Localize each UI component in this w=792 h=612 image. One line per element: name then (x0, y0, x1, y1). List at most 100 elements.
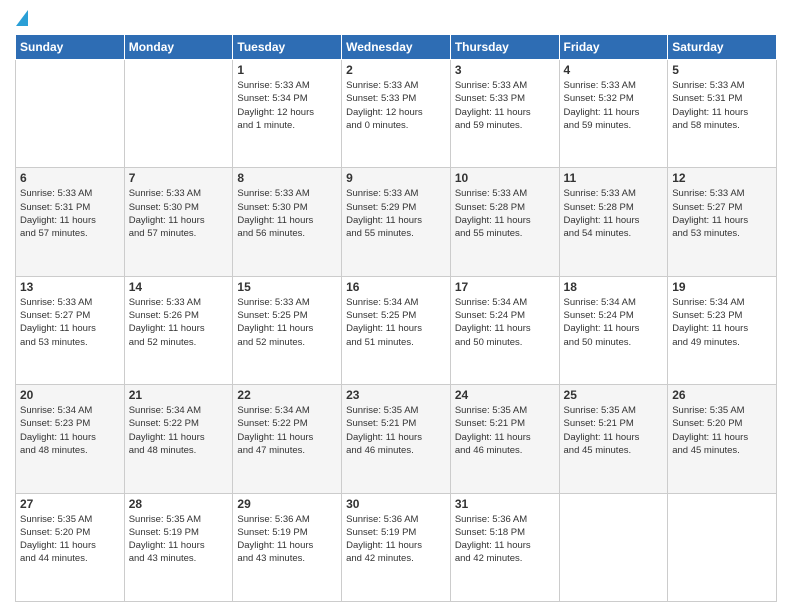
day-info: Sunrise: 5:34 AM Sunset: 5:25 PM Dayligh… (346, 296, 446, 349)
day-info: Sunrise: 5:35 AM Sunset: 5:19 PM Dayligh… (129, 513, 229, 566)
calendar-week-row: 27Sunrise: 5:35 AM Sunset: 5:20 PM Dayli… (16, 493, 777, 601)
day-number: 21 (129, 388, 229, 402)
calendar-cell (124, 60, 233, 168)
day-info: Sunrise: 5:33 AM Sunset: 5:31 PM Dayligh… (20, 187, 120, 240)
page: SundayMondayTuesdayWednesdayThursdayFrid… (0, 0, 792, 612)
calendar-cell (668, 493, 777, 601)
day-number: 1 (237, 63, 337, 77)
day-info: Sunrise: 5:35 AM Sunset: 5:21 PM Dayligh… (455, 404, 555, 457)
day-number: 23 (346, 388, 446, 402)
calendar-cell: 24 Sunrise: 5:35 AM Sunset: 5:21 PM Dayli… (450, 385, 559, 493)
calendar-week-row: 6 Sunrise: 5:33 AM Sunset: 5:31 PM Daylig… (16, 168, 777, 276)
day-number: 3 (455, 63, 555, 77)
day-number: 28 (129, 497, 229, 511)
header (15, 10, 777, 26)
calendar-week-row: 1Sunrise: 5:33 AM Sunset: 5:34 PM Daylig… (16, 60, 777, 168)
calendar-cell: 7 Sunrise: 5:33 AM Sunset: 5:30 PM Daylig… (124, 168, 233, 276)
day-info: Sunrise: 5:34 AM Sunset: 5:24 PM Dayligh… (564, 296, 664, 349)
day-number: 19 (672, 280, 772, 294)
day-info: Sunrise: 5:33 AM Sunset: 5:32 PM Dayligh… (564, 79, 664, 132)
calendar-cell: 6 Sunrise: 5:33 AM Sunset: 5:31 PM Daylig… (16, 168, 125, 276)
calendar-cell: 31Sunrise: 5:36 AM Sunset: 5:18 PM Dayli… (450, 493, 559, 601)
day-number: 2 (346, 63, 446, 77)
day-info: Sunrise: 5:33 AM Sunset: 5:28 PM Dayligh… (455, 187, 555, 240)
day-info: Sunrise: 5:35 AM Sunset: 5:21 PM Dayligh… (346, 404, 446, 457)
calendar-cell: 22 Sunrise: 5:34 AM Sunset: 5:22 PM Dayli… (233, 385, 342, 493)
day-number: 18 (564, 280, 664, 294)
calendar-cell: 4 Sunrise: 5:33 AM Sunset: 5:32 PM Daylig… (559, 60, 668, 168)
day-number: 31 (455, 497, 555, 511)
day-info: Sunrise: 5:33 AM Sunset: 5:30 PM Dayligh… (129, 187, 229, 240)
calendar-cell: 8Sunrise: 5:33 AM Sunset: 5:30 PM Daylig… (233, 168, 342, 276)
calendar-cell: 30Sunrise: 5:36 AM Sunset: 5:19 PM Dayli… (342, 493, 451, 601)
calendar-cell: 2 Sunrise: 5:33 AM Sunset: 5:33 PM Daylig… (342, 60, 451, 168)
calendar-cell: 13Sunrise: 5:33 AM Sunset: 5:27 PM Dayli… (16, 276, 125, 384)
calendar-cell: 9 Sunrise: 5:33 AM Sunset: 5:29 PM Daylig… (342, 168, 451, 276)
day-info: Sunrise: 5:35 AM Sunset: 5:21 PM Dayligh… (564, 404, 664, 457)
calendar-cell (16, 60, 125, 168)
day-info: Sunrise: 5:35 AM Sunset: 5:20 PM Dayligh… (20, 513, 120, 566)
day-number: 9 (346, 171, 446, 185)
day-number: 26 (672, 388, 772, 402)
day-number: 11 (564, 171, 664, 185)
calendar-cell: 1Sunrise: 5:33 AM Sunset: 5:34 PM Daylig… (233, 60, 342, 168)
day-info: Sunrise: 5:34 AM Sunset: 5:22 PM Dayligh… (237, 404, 337, 457)
calendar-week-row: 20 Sunrise: 5:34 AM Sunset: 5:23 PM Dayli… (16, 385, 777, 493)
calendar-cell: 27Sunrise: 5:35 AM Sunset: 5:20 PM Dayli… (16, 493, 125, 601)
day-info: Sunrise: 5:33 AM Sunset: 5:30 PM Dayligh… (237, 187, 337, 240)
logo (15, 10, 28, 26)
day-number: 22 (237, 388, 337, 402)
calendar-day-header: Saturday (668, 35, 777, 60)
day-info: Sunrise: 5:34 AM Sunset: 5:24 PM Dayligh… (455, 296, 555, 349)
day-number: 6 (20, 171, 120, 185)
calendar-week-row: 13Sunrise: 5:33 AM Sunset: 5:27 PM Dayli… (16, 276, 777, 384)
calendar-day-header: Wednesday (342, 35, 451, 60)
day-info: Sunrise: 5:33 AM Sunset: 5:33 PM Dayligh… (455, 79, 555, 132)
calendar-cell: 28 Sunrise: 5:35 AM Sunset: 5:19 PM Dayli… (124, 493, 233, 601)
day-number: 25 (564, 388, 664, 402)
calendar-header-row: SundayMondayTuesdayWednesdayThursdayFrid… (16, 35, 777, 60)
calendar-cell: 11 Sunrise: 5:33 AM Sunset: 5:28 PM Dayli… (559, 168, 668, 276)
day-number: 10 (455, 171, 555, 185)
day-info: Sunrise: 5:33 AM Sunset: 5:26 PM Dayligh… (129, 296, 229, 349)
logo-arrow-icon (16, 10, 28, 26)
day-info: Sunrise: 5:33 AM Sunset: 5:33 PM Dayligh… (346, 79, 446, 132)
calendar-cell: 19 Sunrise: 5:34 AM Sunset: 5:23 PM Dayli… (668, 276, 777, 384)
day-info: Sunrise: 5:34 AM Sunset: 5:22 PM Dayligh… (129, 404, 229, 457)
calendar-cell: 23 Sunrise: 5:35 AM Sunset: 5:21 PM Dayli… (342, 385, 451, 493)
day-info: Sunrise: 5:34 AM Sunset: 5:23 PM Dayligh… (20, 404, 120, 457)
calendar-cell: 5Sunrise: 5:33 AM Sunset: 5:31 PM Daylig… (668, 60, 777, 168)
calendar-cell: 18 Sunrise: 5:34 AM Sunset: 5:24 PM Dayli… (559, 276, 668, 384)
day-number: 15 (237, 280, 337, 294)
calendar-cell: 21 Sunrise: 5:34 AM Sunset: 5:22 PM Dayli… (124, 385, 233, 493)
day-info: Sunrise: 5:33 AM Sunset: 5:27 PM Dayligh… (672, 187, 772, 240)
day-number: 4 (564, 63, 664, 77)
day-number: 30 (346, 497, 446, 511)
calendar-cell: 12 Sunrise: 5:33 AM Sunset: 5:27 PM Dayli… (668, 168, 777, 276)
day-info: Sunrise: 5:33 AM Sunset: 5:28 PM Dayligh… (564, 187, 664, 240)
day-number: 16 (346, 280, 446, 294)
day-number: 24 (455, 388, 555, 402)
day-number: 17 (455, 280, 555, 294)
calendar-cell (559, 493, 668, 601)
day-info: Sunrise: 5:35 AM Sunset: 5:20 PM Dayligh… (672, 404, 772, 457)
day-number: 20 (20, 388, 120, 402)
day-info: Sunrise: 5:33 AM Sunset: 5:27 PM Dayligh… (20, 296, 120, 349)
day-info: Sunrise: 5:34 AM Sunset: 5:23 PM Dayligh… (672, 296, 772, 349)
day-info: Sunrise: 5:33 AM Sunset: 5:31 PM Dayligh… (672, 79, 772, 132)
calendar-cell: 25 Sunrise: 5:35 AM Sunset: 5:21 PM Dayli… (559, 385, 668, 493)
day-number: 29 (237, 497, 337, 511)
day-info: Sunrise: 5:33 AM Sunset: 5:29 PM Dayligh… (346, 187, 446, 240)
day-number: 7 (129, 171, 229, 185)
day-info: Sunrise: 5:36 AM Sunset: 5:19 PM Dayligh… (237, 513, 337, 566)
day-info: Sunrise: 5:33 AM Sunset: 5:25 PM Dayligh… (237, 296, 337, 349)
calendar-cell: 26 Sunrise: 5:35 AM Sunset: 5:20 PM Dayli… (668, 385, 777, 493)
calendar-day-header: Monday (124, 35, 233, 60)
calendar-cell: 14 Sunrise: 5:33 AM Sunset: 5:26 PM Dayli… (124, 276, 233, 384)
day-number: 12 (672, 171, 772, 185)
calendar-cell: 15 Sunrise: 5:33 AM Sunset: 5:25 PM Dayli… (233, 276, 342, 384)
calendar-cell: 29 Sunrise: 5:36 AM Sunset: 5:19 PM Dayli… (233, 493, 342, 601)
day-number: 14 (129, 280, 229, 294)
calendar-cell: 16 Sunrise: 5:34 AM Sunset: 5:25 PM Dayli… (342, 276, 451, 384)
calendar-day-header: Friday (559, 35, 668, 60)
